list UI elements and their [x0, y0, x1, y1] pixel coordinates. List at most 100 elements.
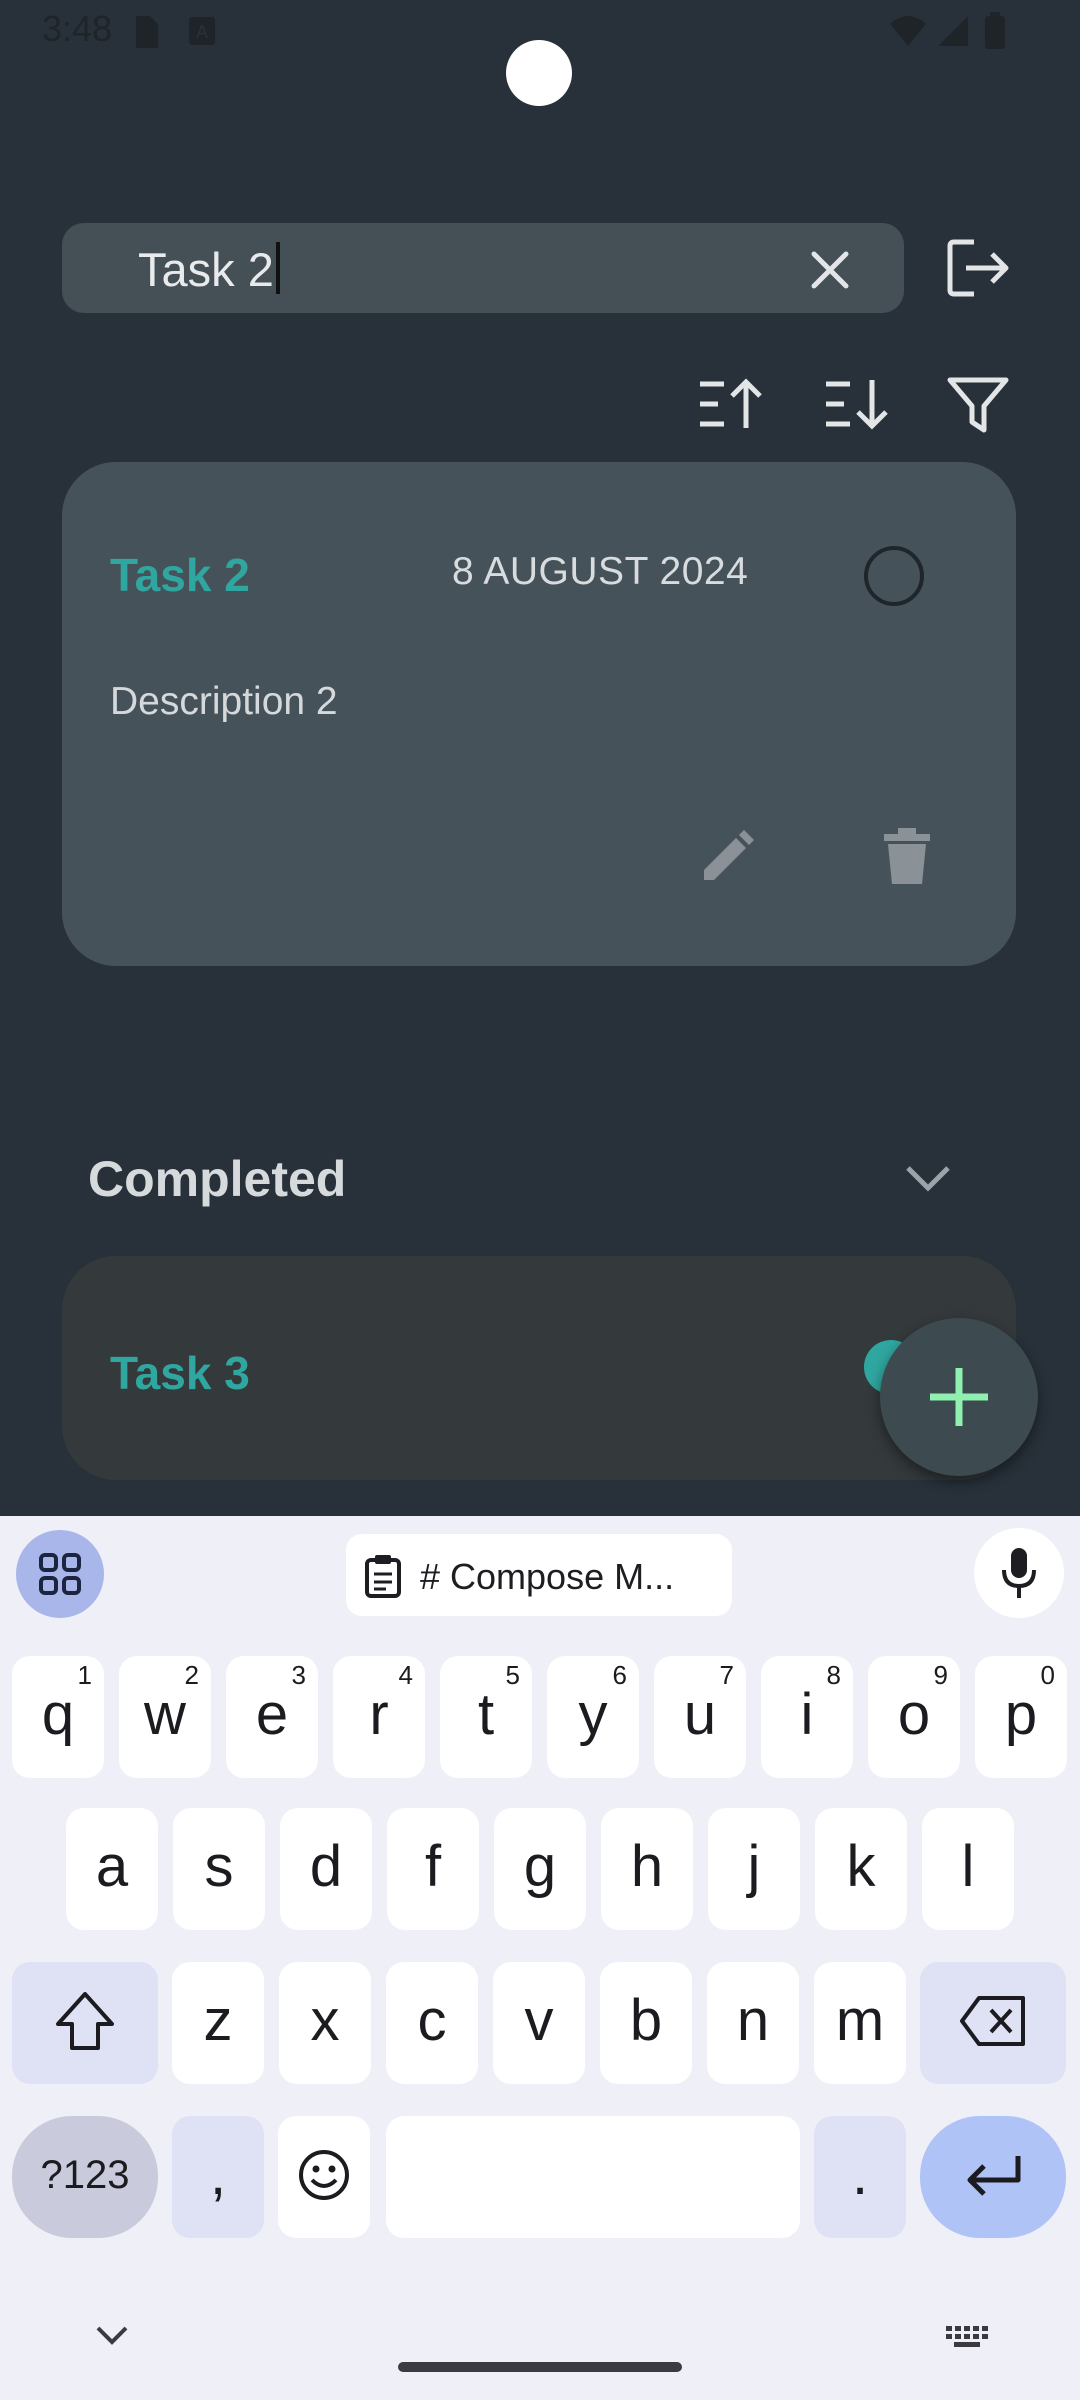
cellular-signal-icon — [938, 16, 968, 46]
battery-icon — [985, 12, 1005, 49]
key-number-hint: 6 — [612, 1660, 627, 1690]
key-label: i — [800, 1682, 814, 1747]
shift-key[interactable] — [12, 1962, 158, 2084]
symbols-key[interactable]: ?123 — [12, 2116, 158, 2238]
clipboard-icon — [365, 1555, 401, 1598]
key-label: w — [144, 1682, 186, 1747]
on-screen-keyboard — [0, 1516, 1080, 2400]
emoji-icon — [299, 2150, 349, 2200]
key-label: d — [309, 1834, 343, 1899]
key-l[interactable]: l — [922, 1808, 1014, 1930]
task-description: Description 2 — [110, 680, 338, 723]
sort-ascending-icon[interactable] — [694, 372, 764, 436]
key-p[interactable]: p0 — [975, 1656, 1067, 1778]
key-q[interactable]: q1 — [12, 1656, 104, 1778]
key-number-hint: 5 — [505, 1660, 520, 1690]
key-w[interactable]: w2 — [119, 1656, 211, 1778]
task-complete-checkbox[interactable] — [864, 546, 924, 606]
key-b[interactable]: b — [600, 1962, 692, 2084]
key-number-hint: 2 — [184, 1660, 199, 1690]
key-label: m — [835, 1988, 885, 2053]
key-n[interactable]: n — [707, 1962, 799, 2084]
key-g[interactable]: g — [494, 1808, 586, 1930]
key-s[interactable]: s — [173, 1808, 265, 1930]
enter-key[interactable] — [920, 2116, 1066, 2238]
key-a[interactable]: a — [66, 1808, 158, 1930]
key-t[interactable]: t5 — [440, 1656, 532, 1778]
key-u[interactable]: u7 — [654, 1656, 746, 1778]
key-label: l — [961, 1834, 975, 1899]
key-k[interactable]: k — [815, 1808, 907, 1930]
wifi-icon — [890, 16, 926, 46]
edit-icon[interactable] — [700, 830, 754, 884]
sd-card-icon — [136, 16, 158, 48]
key-label: p — [1004, 1682, 1038, 1747]
period-key[interactable]: . — [814, 2116, 906, 2238]
add-task-button[interactable] — [880, 1318, 1038, 1476]
svg-text:A: A — [196, 22, 208, 42]
keyboard-apps-button[interactable] — [16, 1530, 104, 1618]
microphone-icon — [1002, 1548, 1036, 1598]
backspace-key[interactable] — [920, 1962, 1066, 2084]
key-i[interactable]: i8 — [761, 1656, 853, 1778]
task-date: 8 AUGUST 2024 — [452, 550, 749, 593]
key-c[interactable]: c — [386, 1962, 478, 2084]
key-number-hint: 0 — [1040, 1660, 1055, 1690]
key-d[interactable]: d — [280, 1808, 372, 1930]
key-r[interactable]: r4 — [333, 1656, 425, 1778]
key-o[interactable]: o9 — [868, 1656, 960, 1778]
logout-icon[interactable] — [944, 236, 1014, 300]
key-label: c — [417, 1988, 447, 2053]
key-y[interactable]: y6 — [547, 1656, 639, 1778]
camera-cutout — [506, 40, 572, 106]
emoji-key[interactable] — [278, 2116, 370, 2238]
key-number-hint: 4 — [398, 1660, 413, 1690]
key-label: k — [846, 1834, 876, 1899]
key-f[interactable]: f — [387, 1808, 479, 1930]
sort-descending-icon[interactable] — [820, 372, 890, 436]
task-title: Task 2 — [110, 549, 250, 601]
completed-section-header[interactable]: Completed — [88, 1150, 346, 1208]
key-label: a — [95, 1834, 129, 1899]
key-number-hint: 8 — [826, 1660, 841, 1690]
space-key[interactable] — [386, 2116, 800, 2238]
enter-icon — [967, 2156, 1021, 2196]
key-label: j — [747, 1834, 761, 1899]
key-number-hint: 1 — [77, 1660, 92, 1690]
key-label: e — [255, 1682, 289, 1747]
key-x[interactable]: x — [279, 1962, 371, 2084]
key-label: x — [310, 1988, 340, 2053]
key-label: v — [524, 1988, 554, 2053]
plus-icon — [930, 1368, 988, 1426]
key-label: r — [369, 1682, 389, 1747]
key-z[interactable]: z — [172, 1962, 264, 2084]
key-j[interactable]: j — [708, 1808, 800, 1930]
chevron-down-icon[interactable] — [900, 1154, 956, 1200]
key-number-hint: 3 — [291, 1660, 306, 1690]
grid-icon — [39, 1553, 81, 1595]
backspace-icon — [960, 1996, 1025, 2046]
delete-icon[interactable] — [884, 828, 930, 884]
key-h[interactable]: h — [601, 1808, 693, 1930]
text-caret — [275, 242, 280, 294]
voice-input-button[interactable] — [974, 1528, 1064, 1618]
status-time: 3:48 — [42, 8, 113, 49]
key-v[interactable]: v — [493, 1962, 585, 2084]
filter-icon[interactable] — [944, 372, 1014, 436]
key-e[interactable]: e3 — [226, 1656, 318, 1778]
hide-keyboard-chevron-icon[interactable] — [92, 2322, 132, 2348]
close-icon[interactable] — [802, 242, 858, 298]
key-number-hint: 9 — [933, 1660, 948, 1690]
key-label: g — [523, 1834, 557, 1899]
keyboard-switch-icon[interactable] — [944, 2324, 990, 2348]
shift-icon — [56, 1992, 114, 2050]
search-input[interactable]: Task 2 — [138, 242, 280, 297]
keyboard-notification-icon: A — [189, 17, 215, 45]
key-label: s — [204, 1834, 234, 1899]
comma-key[interactable]: , — [172, 2116, 264, 2238]
key-m[interactable]: m — [814, 1962, 906, 2084]
key-label: f — [424, 1834, 442, 1899]
gesture-navigation-bar[interactable] — [398, 2362, 682, 2372]
key-label: n — [736, 1988, 770, 2053]
search-input-value: Task 2 — [138, 243, 274, 296]
